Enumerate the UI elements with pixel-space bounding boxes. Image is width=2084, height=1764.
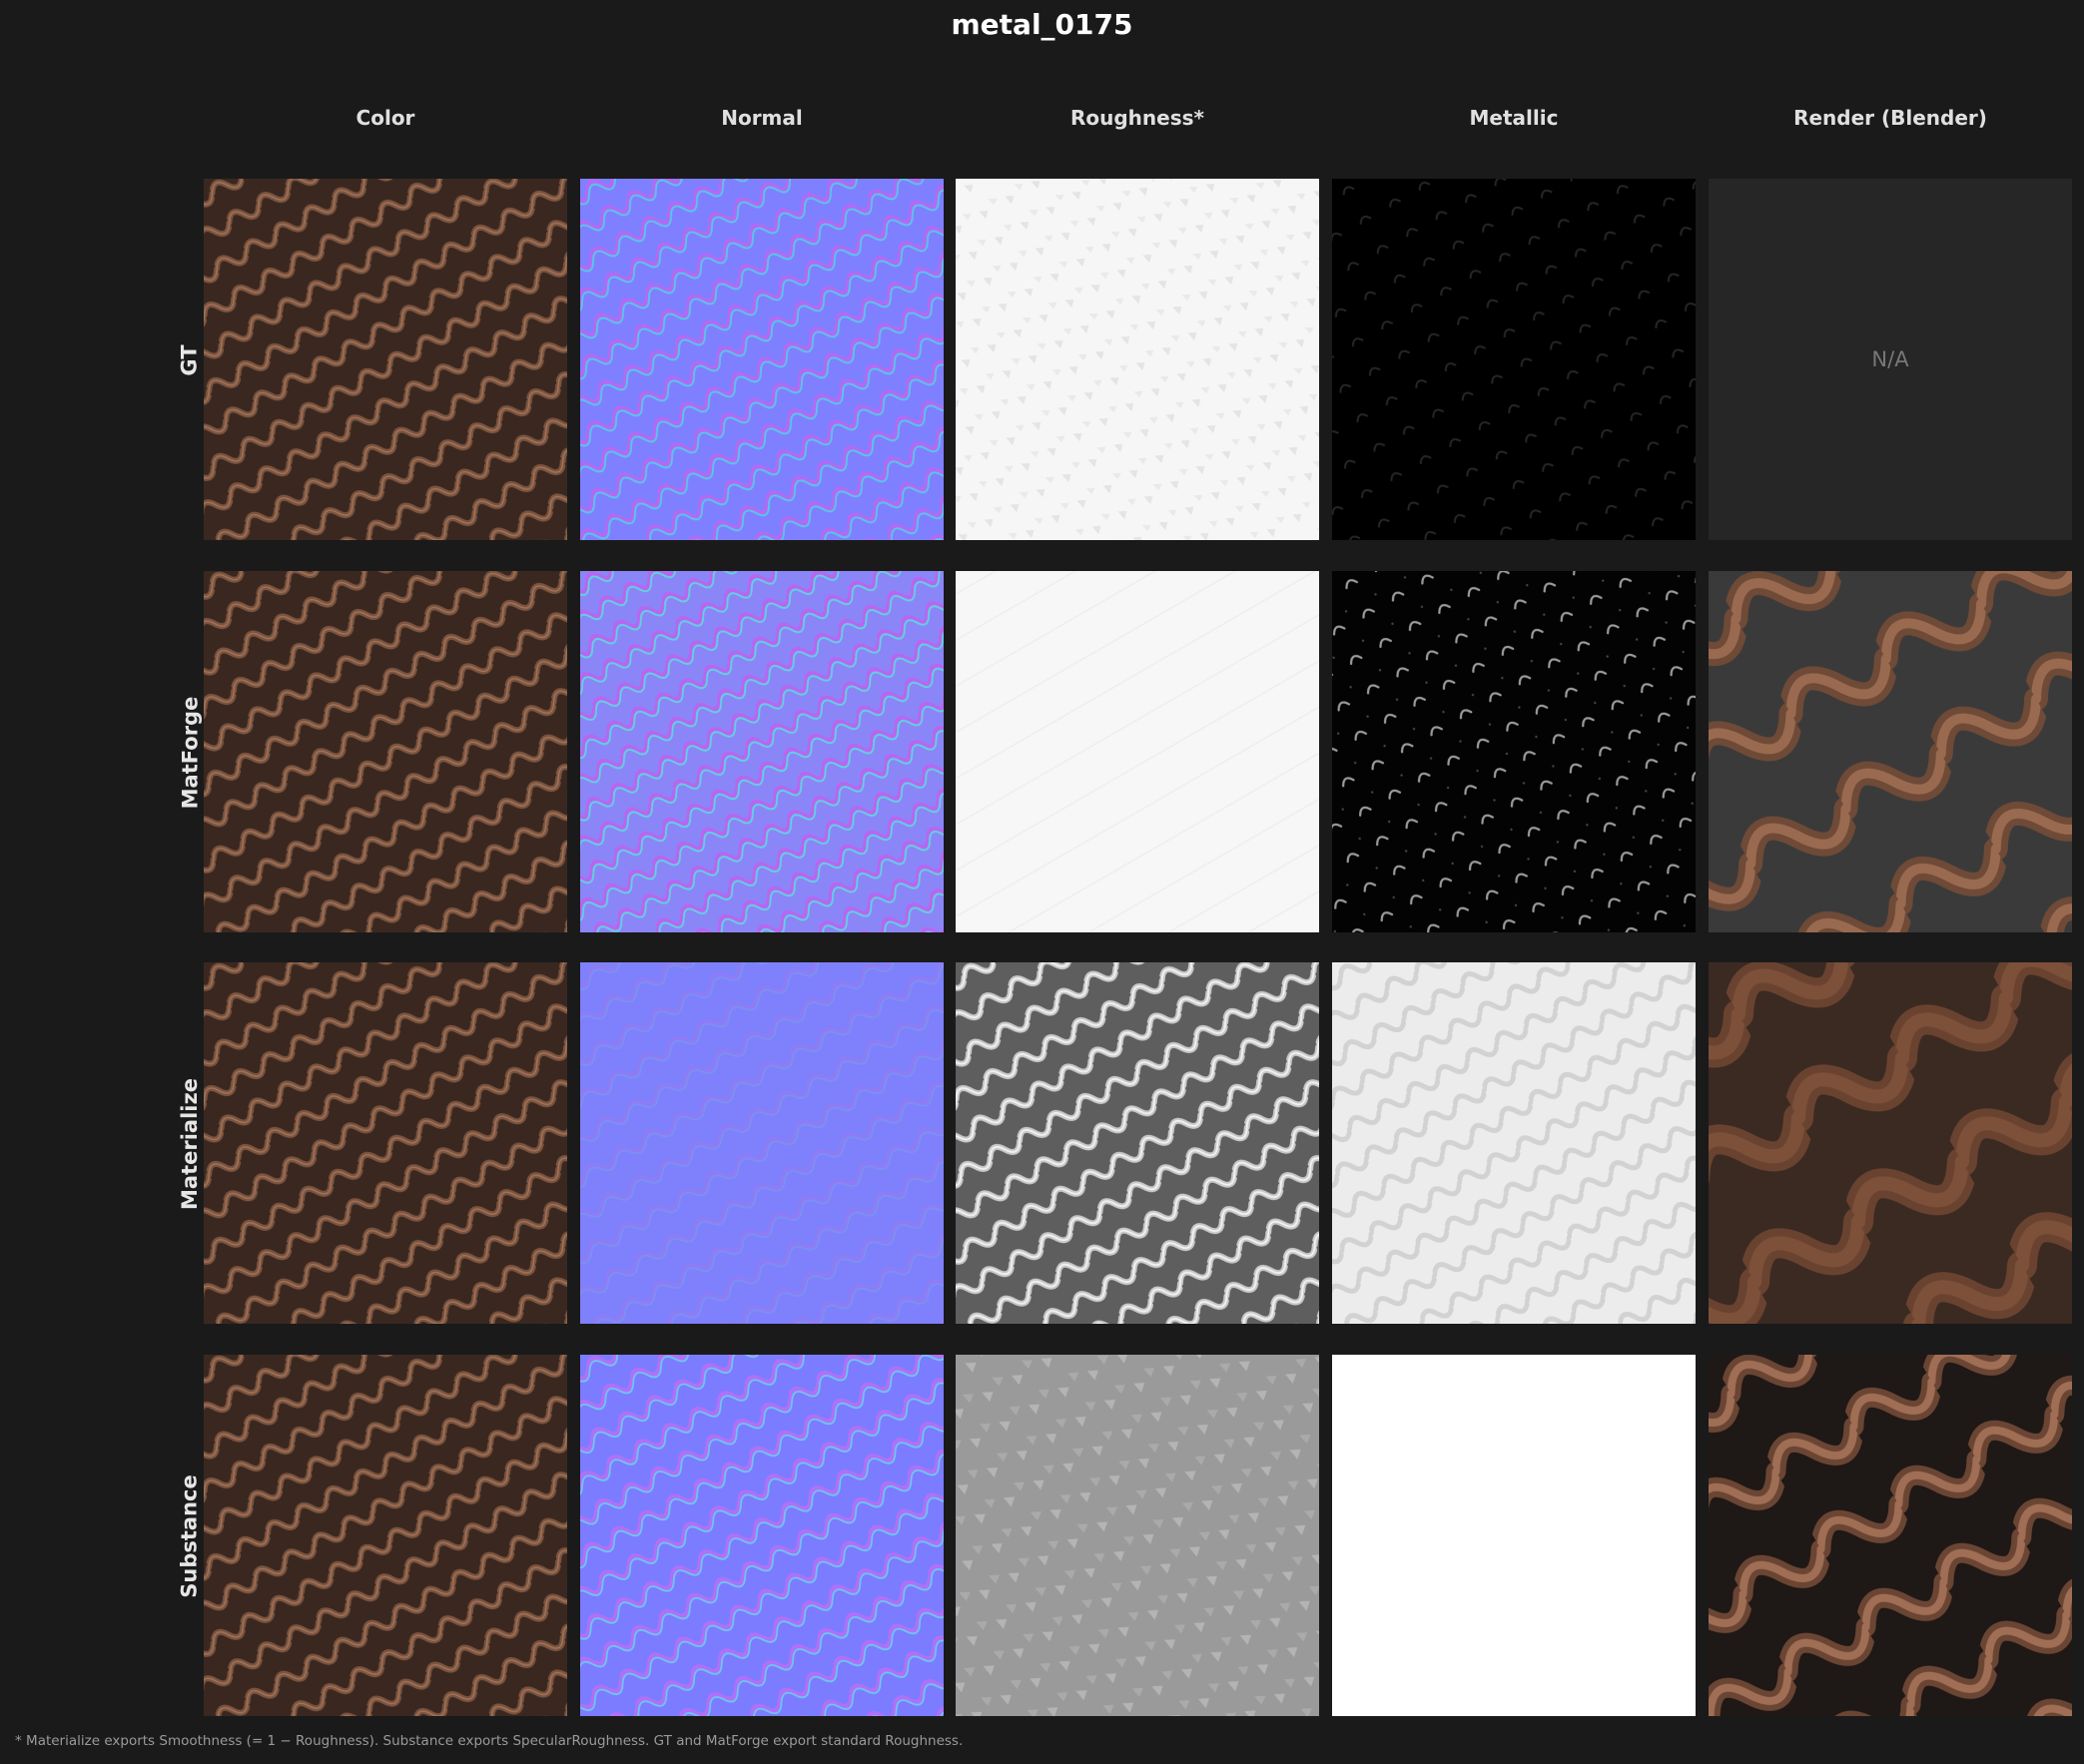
materialize-roughness-map [956, 962, 1319, 1324]
row-label-matforge: MatForge [178, 696, 203, 810]
row-label-gt: GT [177, 344, 202, 376]
figure-title: metal_0175 [951, 8, 1133, 41]
matforge-metallic-map [1332, 571, 1696, 932]
column-header-roughness: Roughness* [1069, 106, 1204, 130]
gt-metallic-map [1332, 179, 1696, 540]
column-header-color: Color [355, 106, 415, 130]
gt-color-map [204, 179, 567, 540]
matforge-render [1709, 571, 2072, 932]
column-header-normal: Normal [721, 106, 803, 130]
gt-normal-map [580, 179, 944, 540]
substance-render [1709, 1355, 2072, 1716]
column-header-metallic: Metallic [1469, 106, 1559, 130]
row-label-materialize: Materialize [178, 1078, 202, 1210]
row-label-substance: Substance [178, 1474, 202, 1598]
substance-roughness-map [956, 1355, 1319, 1716]
materialize-color-map [204, 962, 567, 1324]
matforge-normal-map [580, 571, 944, 932]
materialize-metallic-map [1332, 962, 1696, 1324]
matforge-color-map [204, 571, 567, 932]
gt-render-placeholder: N/A [1709, 179, 2072, 540]
render-na-label: N/A [1871, 347, 1909, 371]
substance-color-map [204, 1355, 567, 1716]
materialize-render [1709, 962, 2072, 1324]
substance-metallic-map [1332, 1355, 1696, 1716]
gt-roughness-map [956, 179, 1319, 540]
matforge-roughness-map [956, 571, 1319, 932]
materialize-normal-map [580, 962, 944, 1324]
column-header-render: Render (Blender) [1793, 106, 1987, 130]
footnote: * Materialize exports Smoothness (= 1 − … [15, 1733, 964, 1749]
substance-normal-map [580, 1355, 944, 1716]
